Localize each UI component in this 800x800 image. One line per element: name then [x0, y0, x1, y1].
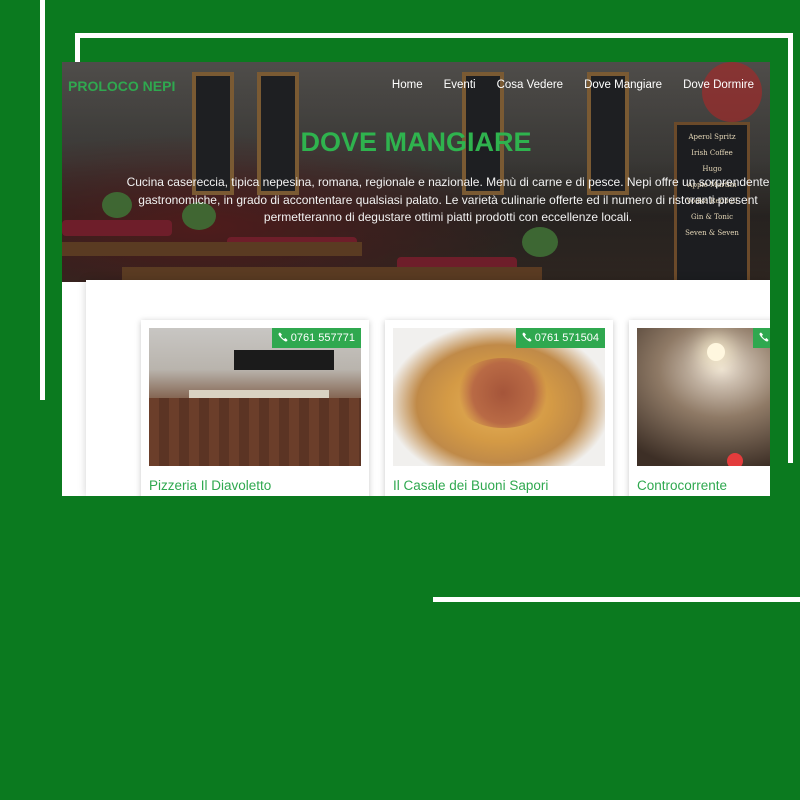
intro-line: permetteranno di degustare ottimi piatti… — [263, 210, 633, 224]
restaurant-card[interactable]: Controcorrente — [629, 320, 770, 496]
background-plant — [522, 227, 558, 257]
phone-badge[interactable]: 0761 571504 — [515, 328, 605, 348]
main-navigation: Home Eventi Cosa Vedere Dove Mangiare Do… — [392, 79, 754, 91]
photo-detail — [707, 343, 725, 361]
photo-detail — [234, 350, 334, 370]
restaurant-photo — [637, 328, 770, 466]
phone-badge[interactable] — [753, 328, 770, 348]
nav-item-eventi[interactable]: Eventi — [444, 79, 476, 91]
restaurant-photo — [149, 328, 361, 466]
intro-line: Cucina casereccia, tipica nepesina, roma… — [126, 175, 770, 189]
restaurant-card[interactable]: 0761 571504 Il Casale dei Buoni Sapori — [385, 320, 613, 496]
logo-text-part2: NEPI — [142, 78, 176, 94]
logo-text-part1: PROLOCO — [68, 78, 139, 94]
phone-icon — [522, 332, 532, 342]
decorative-frame-left — [75, 33, 80, 63]
site-logo[interactable]: PROLOCO NEPI — [68, 78, 175, 94]
intro-line: gastronomiche, in grado di accontentare … — [138, 192, 758, 207]
decorative-line-bottom — [433, 597, 800, 602]
decorative-frame-top — [75, 33, 793, 38]
phone-badge[interactable]: 0761 557771 — [271, 328, 361, 348]
restaurant-card[interactable]: 0761 557771 Pizzeria Il Diavoletto — [141, 320, 369, 496]
background-table — [122, 267, 542, 281]
restaurant-name[interactable]: Pizzeria Il Diavoletto — [149, 478, 271, 493]
photo-detail — [727, 453, 743, 466]
restaurant-name[interactable]: Controcorrente — [637, 478, 727, 493]
phone-icon — [278, 332, 288, 342]
page-title: DOVE MANGIARE — [300, 127, 532, 157]
website-screenshot: Aperol Spritz Irish Coffee Hugo Apple Marti… — [62, 62, 770, 496]
nav-item-home[interactable]: Home — [392, 79, 423, 91]
nav-item-dove-dormire[interactable]: Dove Dormire — [683, 79, 754, 91]
phone-number: 0761 571504 — [534, 332, 599, 344]
decorative-frame-right — [788, 33, 793, 463]
restaurant-photo — [393, 328, 605, 466]
intro-text: Cucina casereccia, tipica nepesina, roma… — [118, 174, 770, 227]
photo-detail — [453, 358, 553, 428]
nav-item-dove-mangiare[interactable]: Dove Mangiare — [584, 79, 662, 91]
hero-banner: Aperol Spritz Irish Coffee Hugo Apple Marti… — [62, 62, 770, 282]
restaurant-list: 0761 557771 Pizzeria Il Diavoletto 0761 … — [86, 280, 770, 496]
background-flowers — [702, 62, 762, 122]
photo-detail — [149, 398, 361, 466]
nav-item-cosa-vedere[interactable]: Cosa Vedere — [497, 79, 564, 91]
phone-icon — [759, 332, 769, 342]
restaurant-name[interactable]: Il Casale dei Buoni Sapori — [393, 478, 548, 493]
decorative-line-left — [40, 0, 45, 400]
background-table — [62, 242, 362, 256]
phone-number: 0761 557771 — [290, 332, 355, 344]
